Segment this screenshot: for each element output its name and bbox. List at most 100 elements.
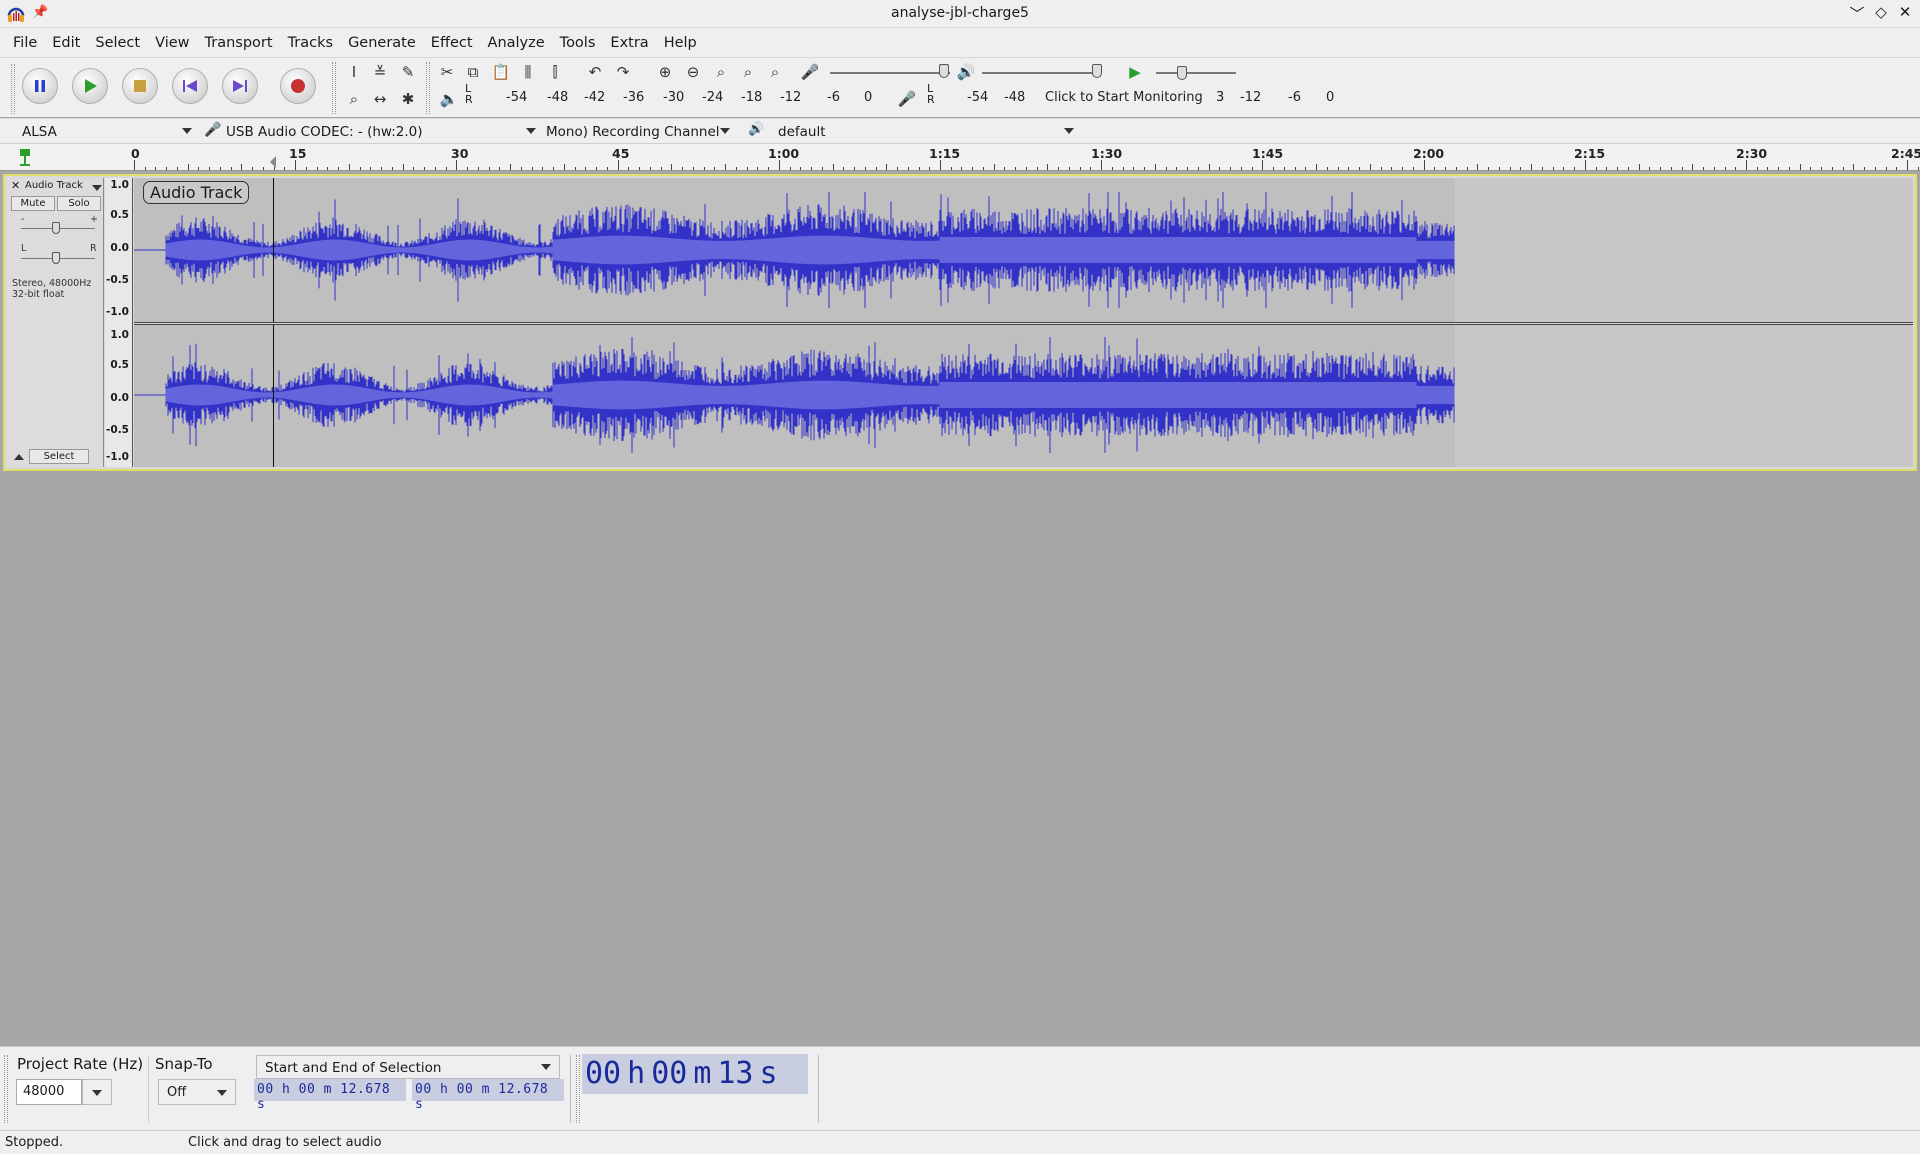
selection-tool-icon[interactable]: I (343, 61, 365, 83)
timeline-ruler[interactable]: 0 15 30 45 1:00 1:15 1:30 1:45 2:00 2:15… (0, 144, 1920, 171)
recording-volume-knob[interactable] (939, 64, 949, 78)
menu-extra[interactable]: Extra (603, 35, 656, 51)
draw-tool-icon[interactable]: ✎ (397, 61, 419, 83)
pan-knob[interactable] (52, 252, 60, 264)
minimize-button[interactable]: ﹀ (1847, 3, 1867, 24)
ruler-tick (1885, 167, 1887, 170)
play-button[interactable] (72, 68, 108, 104)
ruler-tick (918, 167, 920, 170)
redo-icon[interactable]: ↷ (612, 61, 634, 83)
menu-help[interactable]: Help (657, 35, 705, 51)
menu-select[interactable]: Select (88, 35, 148, 51)
stop-button[interactable] (122, 68, 158, 104)
play-speed-knob[interactable] (1177, 66, 1187, 80)
selection-end-time[interactable]: 00 h 00 m 12.678 s (412, 1079, 564, 1112)
solo-button[interactable]: Solo (57, 196, 101, 211)
menu-generate[interactable]: Generate (341, 35, 424, 51)
project-rate-input[interactable]: 48000 (16, 1079, 82, 1105)
menu-tracks[interactable]: Tracks (281, 35, 342, 51)
playback-volume-slider[interactable] (982, 72, 1100, 74)
cut-icon[interactable]: ✂ (436, 61, 458, 83)
gain-knob[interactable] (52, 222, 60, 234)
record-button[interactable] (280, 68, 316, 104)
toolbar-grip[interactable] (4, 1055, 8, 1123)
close-window-button[interactable]: ✕ (1895, 3, 1915, 21)
menu-edit[interactable]: Edit (45, 35, 88, 51)
recording-volume-slider[interactable] (830, 72, 950, 74)
ruler-tick (789, 167, 791, 170)
skip-to-start-button[interactable] (172, 68, 208, 104)
toolbar-grip[interactable] (576, 1055, 580, 1123)
copy-icon[interactable]: ⧉ (462, 61, 484, 83)
snap-to-value: Off (167, 1085, 187, 1100)
menu-effect[interactable]: Effect (424, 35, 481, 51)
track-name-menu[interactable]: Audio Track (25, 180, 105, 195)
playback-volume-knob[interactable] (1092, 64, 1102, 78)
ruler-tick (230, 167, 232, 170)
pin-playhead-icon[interactable] (18, 147, 32, 167)
ruler-tick (1660, 167, 1662, 170)
ruler-tick (1197, 167, 1199, 170)
collapse-track-icon[interactable] (14, 454, 24, 460)
zoom-tool-icon[interactable]: ⌕ (343, 88, 365, 110)
selection-start-time[interactable]: 00 h 00 m 12.678 s (254, 1079, 406, 1112)
paste-icon[interactable]: 📋 (490, 61, 512, 83)
ruler-tick (1445, 167, 1447, 170)
selection-mode-select[interactable]: Start and End of Selection (256, 1055, 560, 1079)
audio-host-select[interactable]: ALSA (18, 122, 196, 142)
fit-project-icon[interactable]: ⌕ (737, 61, 759, 83)
play-at-speed-icon[interactable]: ▶ (1124, 61, 1146, 83)
record-meter[interactable]: L R -54 -48 -42 -36 -30 -24 -18 -12 -6 0 (462, 82, 882, 108)
silence-icon[interactable]: ⫿ (544, 61, 566, 83)
monitor-microphone-icon[interactable]: 🎤 (896, 88, 918, 110)
menu-file[interactable]: File (6, 35, 45, 51)
ruler-tick (778, 160, 780, 170)
amplitude-label: -0.5 (106, 274, 129, 286)
ruler-tick (327, 167, 329, 170)
ruler-tick (434, 167, 436, 170)
mute-button[interactable]: Mute (11, 196, 55, 211)
maximize-button[interactable]: ◇ (1871, 3, 1891, 21)
ruler-tick (1756, 167, 1758, 170)
recording-channels-select[interactable]: Mono) Recording Channel (544, 122, 734, 142)
menu-view[interactable]: View (148, 35, 197, 51)
skip-to-end-button[interactable] (222, 68, 258, 104)
monitor-prompt[interactable]: Click to Start Monitoring (1045, 90, 1203, 105)
envelope-tool-icon[interactable]: ≚ (369, 61, 391, 83)
zoom-in-icon[interactable]: ⊕ (654, 61, 676, 83)
ruler-tick (1874, 167, 1876, 170)
fit-selection-icon[interactable]: ⌕ (710, 61, 732, 83)
play-speed-slider[interactable] (1156, 72, 1236, 74)
menu-transport[interactable]: Transport (198, 35, 281, 51)
ruler-tick (1326, 167, 1328, 170)
playback-meter[interactable]: L R -54 -48 Click to Start Monitoring 3 … (925, 82, 1345, 108)
toolbar-grip[interactable] (426, 62, 430, 114)
waveform-area[interactable]: Audio Track (134, 178, 1913, 467)
snap-to-select[interactable]: Off (158, 1079, 236, 1105)
undo-icon[interactable]: ↶ (584, 61, 606, 83)
select-track-button[interactable]: Select (29, 449, 89, 464)
ruler-tick (1337, 167, 1339, 170)
clip-name-label[interactable]: Audio Track (143, 181, 250, 204)
audio-track[interactable]: ✕ Audio Track Mute Solo - + L R Stereo, … (3, 174, 1917, 471)
pause-button[interactable] (22, 68, 58, 104)
time-shift-tool-icon[interactable]: ↔ (369, 88, 391, 110)
ruler-tick (972, 167, 974, 170)
recording-device-select[interactable]: USB Audio CODEC: - (hw:2.0) (222, 122, 540, 142)
toolbar-grip[interactable] (332, 62, 336, 114)
toolbar-grip[interactable] (11, 64, 15, 114)
meter-tick: -24 (702, 90, 724, 105)
project-rate-dropdown[interactable] (82, 1079, 112, 1105)
menu-tools[interactable]: Tools (553, 35, 604, 51)
zoom-out-icon[interactable]: ⊖ (682, 61, 704, 83)
trim-icon[interactable]: ⫼ (517, 61, 539, 83)
meter-tick: 0 (1326, 90, 1335, 105)
close-track-icon[interactable]: ✕ (11, 179, 20, 192)
audio-position-display[interactable]: 00 h 00 m 13 s (582, 1054, 808, 1094)
menu-analyze[interactable]: Analyze (481, 35, 553, 51)
ruler-tick (1595, 167, 1597, 170)
playback-device-select[interactable]: default (774, 122, 1078, 142)
multi-tool-icon[interactable]: ✱ (397, 88, 419, 110)
record-icon (291, 79, 305, 93)
zoom-toggle-icon[interactable]: ⌕ (764, 61, 786, 83)
